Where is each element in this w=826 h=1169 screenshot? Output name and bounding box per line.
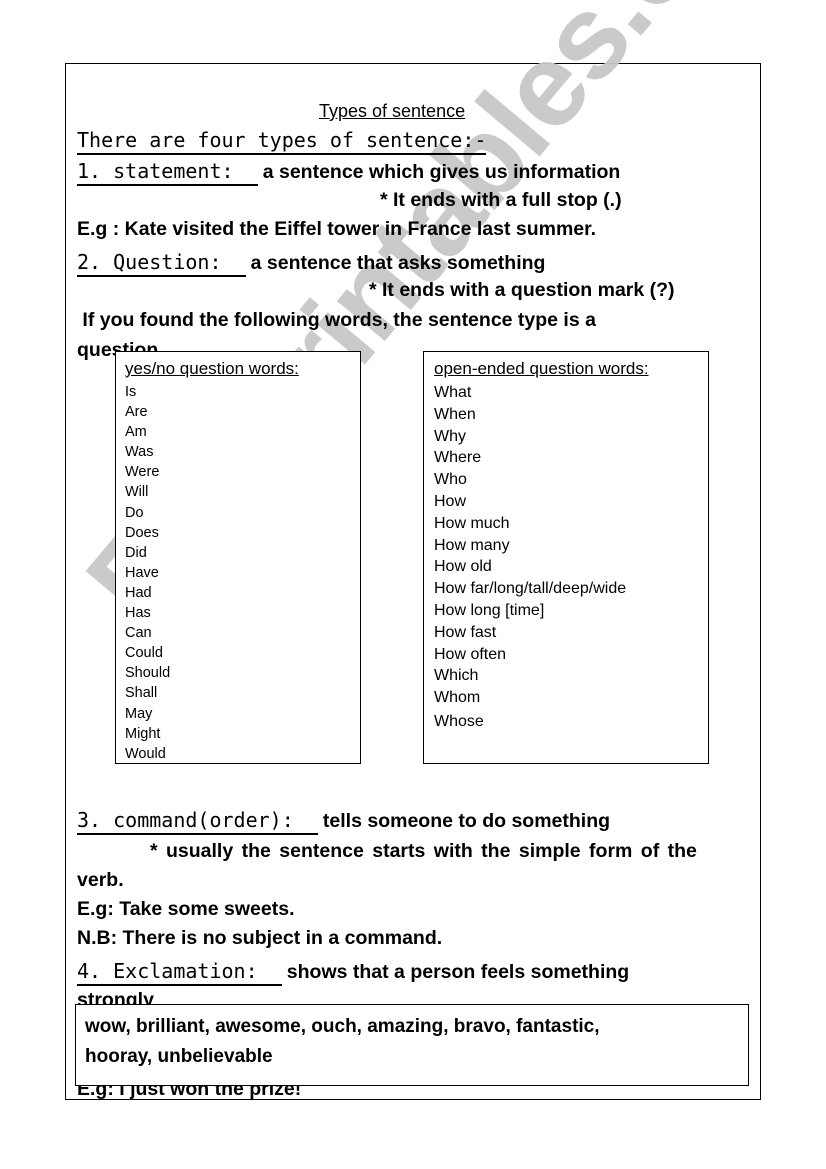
- list-item: Which: [434, 667, 479, 685]
- command-note-line2: verb.: [77, 869, 124, 891]
- list-item: How fast: [434, 623, 497, 641]
- worksheet: Types of sentence There are four types o…: [0, 0, 826, 1169]
- list-item: How: [434, 492, 467, 510]
- open-ended-word-list: What When Why Where Who How How much How…: [434, 382, 708, 733]
- exclamation-words-line2: hooray, unbelievable: [85, 1046, 273, 1067]
- list-item: Am: [125, 424, 147, 441]
- list-item: Might: [125, 725, 161, 742]
- command-note-line1: * usually the sentence starts with the s…: [150, 840, 697, 862]
- page-title: Types of sentence: [319, 101, 466, 121]
- list-item: How often: [434, 645, 507, 663]
- list-item: Is: [125, 384, 137, 400]
- list-item: Where: [434, 449, 482, 467]
- statement-example: E.g : Kate visited the Eiffel tower in F…: [77, 218, 597, 240]
- command-heading-row: 3. command(order): tells someone to do s…: [77, 808, 610, 835]
- statement-heading-row: 1. statement: a sentence which gives us …: [77, 159, 620, 186]
- list-item: How old: [434, 558, 492, 576]
- exclamation-words-box: wow, brilliant, awesome, ouch, amazing, …: [75, 1004, 749, 1086]
- command-heading: 3. command(order):: [77, 808, 318, 835]
- exclamation-heading: 4. Exclamation:: [77, 959, 282, 986]
- open-ended-box-title: open-ended question words:: [434, 359, 649, 378]
- question-hint-line1: If you found the following words, the se…: [77, 309, 596, 331]
- statement-heading: 1. statement:: [77, 159, 258, 186]
- list-item: Did: [125, 544, 147, 561]
- list-item: Should: [125, 665, 171, 682]
- list-item: Will: [125, 484, 149, 501]
- list-item: How much: [434, 514, 510, 532]
- list-item: Who: [434, 471, 467, 489]
- statement-note: * It ends with a full stop (.): [380, 189, 622, 211]
- list-item: Can: [125, 625, 152, 642]
- list-item: May: [125, 705, 153, 722]
- question-heading-row: 2. Question: a sentence that asks someth…: [77, 250, 545, 277]
- yes-no-box-title: yes/no question words:: [125, 359, 299, 378]
- list-item: Are: [125, 404, 148, 421]
- yes-no-words-box: yes/no question words: Is Are Am Was Wer…: [115, 351, 361, 764]
- question-definition: a sentence that asks something: [250, 252, 546, 274]
- exclamation-heading-row: 4. Exclamation: shows that a person feel…: [77, 959, 629, 986]
- list-item: Do: [125, 504, 144, 521]
- list-item: Shall: [125, 685, 158, 702]
- open-ended-words-box: open-ended question words: What When Why…: [423, 351, 709, 764]
- intro-text: There are four types of sentence:-: [77, 128, 487, 155]
- intro-heading: There are four types of sentence:-: [77, 128, 487, 155]
- list-item: Could: [125, 645, 163, 662]
- list-item: What: [434, 384, 472, 401]
- question-note: * It ends with a question mark (?): [369, 279, 675, 301]
- list-item: Have: [125, 564, 159, 581]
- list-item: Whose: [434, 712, 484, 730]
- command-nb: N.B: There is no subject in a command.: [77, 927, 443, 949]
- command-example: E.g: Take some sweets.: [77, 898, 295, 920]
- list-item: When: [434, 405, 476, 423]
- question-heading: 2. Question:: [77, 250, 246, 277]
- list-item: Whom: [434, 689, 481, 707]
- list-item: How long [time]: [434, 601, 545, 619]
- list-item: Would: [125, 745, 166, 762]
- list-item: How many: [434, 536, 510, 554]
- list-item: Were: [125, 464, 160, 481]
- exclamation-definition: shows that a person feels something: [286, 961, 630, 983]
- yes-no-word-list: Is Are Am Was Were Will Do Does Did Have…: [125, 382, 360, 763]
- list-item: Was: [125, 444, 154, 461]
- exclamation-words-line1: wow, brilliant, awesome, ouch, amazing, …: [85, 1016, 600, 1037]
- statement-definition: a sentence which gives us information: [262, 161, 621, 183]
- list-item: Had: [125, 584, 152, 601]
- command-definition: tells someone to do something: [322, 810, 611, 832]
- list-item: Has: [125, 605, 151, 622]
- list-item: How far/long/tall/deep/wide: [434, 580, 627, 598]
- list-item: Does: [125, 524, 159, 541]
- list-item: Why: [434, 427, 466, 445]
